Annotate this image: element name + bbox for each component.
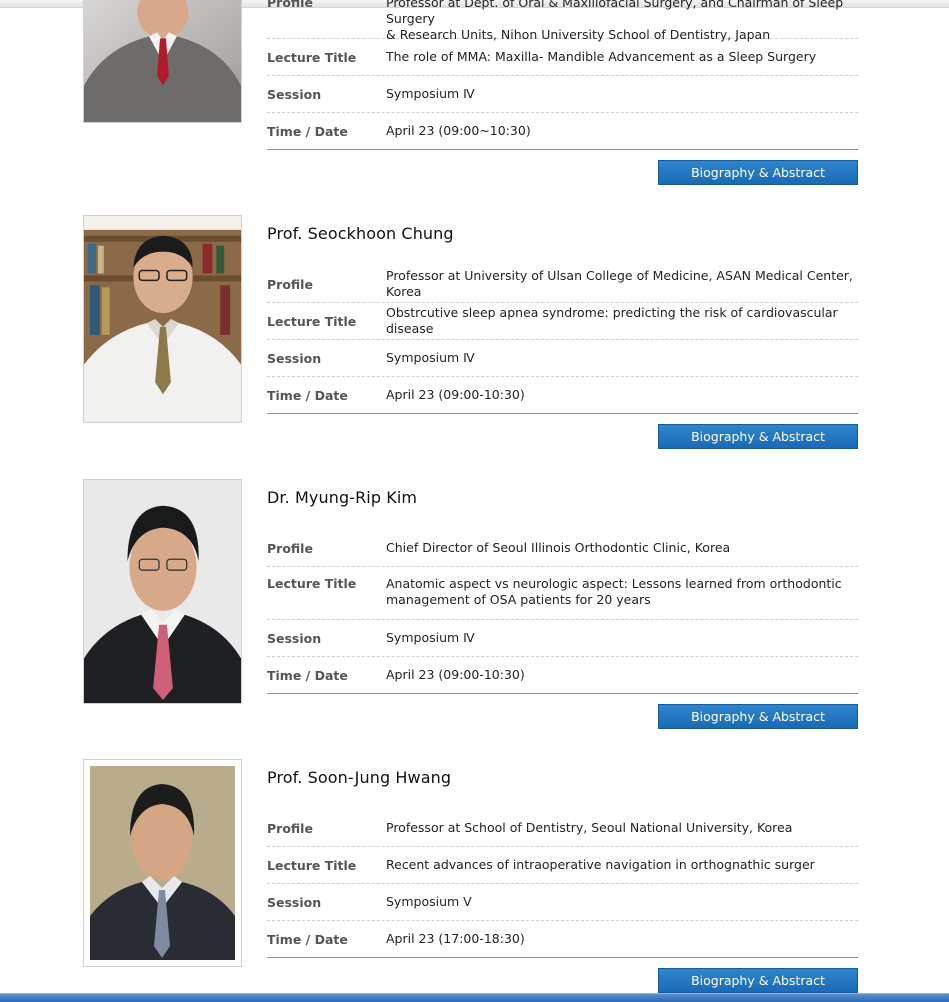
lecture-label: Lecture Title: [267, 576, 357, 591]
session-value: Symposium Ⅳ: [386, 350, 475, 365]
biography-abstract-button[interactable]: Biography & Abstract: [658, 160, 858, 185]
profile-label: Profile: [267, 0, 313, 10]
session-label: Session: [267, 630, 322, 646]
profile-value: Chief Director of Seoul Illinois Orthodo…: [386, 540, 731, 555]
time-label: Time / Date: [267, 931, 348, 947]
lecture-row: Lecture Title The role of MMA: Maxilla- …: [267, 39, 858, 76]
session-row: Session Symposium Ⅳ: [267, 620, 858, 657]
session-value: Symposium Ⅳ: [386, 630, 475, 645]
profile-row: Profile Professor at University of Ulsan…: [267, 266, 858, 303]
time-label: Time / Date: [267, 123, 348, 139]
profile-value: Professor at Dept. of Oral & Maxillofaci…: [386, 0, 858, 43]
lecture-label: Lecture Title: [267, 49, 357, 65]
profile-label: Profile: [267, 540, 313, 556]
session-row: Session Symposium Ⅳ: [267, 76, 858, 113]
profile-line-1: Professor at Dept. of Oral & Maxillofaci…: [386, 0, 844, 26]
biography-abstract-button[interactable]: Biography & Abstract: [658, 424, 858, 449]
profile-row: Profile Professor at Dept. of Oral & Max…: [267, 0, 858, 42]
time-label: Time / Date: [267, 667, 348, 683]
profile-label: Profile: [267, 276, 313, 292]
speaker-name: Prof. Soon-Jung Hwang: [267, 768, 452, 787]
lecture-value: Anatomic aspect vs neurologic aspect: Le…: [386, 576, 842, 607]
lecture-label: Lecture Title: [267, 313, 357, 329]
lecture-value: Recent advances of intraoperative naviga…: [386, 857, 815, 872]
time-label: Time / Date: [267, 387, 348, 403]
lecture-value: The role of MMA: Maxilla- Mandible Advan…: [386, 49, 817, 64]
biography-abstract-button[interactable]: Biography & Abstract: [658, 968, 858, 993]
speaker-photo: [83, 215, 242, 423]
time-row: Time / Date April 23 (09:00-10:30): [267, 377, 858, 414]
speaker-info-table: Profile Professor at Dept. of Oral & Max…: [267, 0, 858, 150]
time-value: April 23 (09:00-10:30): [386, 667, 525, 682]
time-value: April 23 (09:00~10:30): [386, 123, 531, 138]
speaker-info-table: Profile Chief Director of Seoul Illinois…: [267, 530, 858, 694]
session-label: Session: [267, 894, 322, 910]
session-label: Session: [267, 350, 322, 366]
profile-label: Profile: [267, 820, 313, 836]
lecture-label: Lecture Title: [267, 857, 357, 873]
time-value: April 23 (17:00-18:30): [386, 931, 525, 946]
session-value: Symposium Ⅳ: [386, 86, 475, 101]
profile-value: Professor at School of Dentistry, Seoul …: [386, 820, 793, 835]
profile-line-2: & Research Units, Nihon University Schoo…: [386, 27, 771, 42]
session-label: Session: [267, 86, 322, 102]
time-row: Time / Date April 23 (17:00-18:30): [267, 921, 858, 958]
speaker-info-table: Profile Professor at University of Ulsan…: [267, 266, 858, 414]
speaker-photo: [83, 0, 242, 123]
time-value: April 23 (09:00-10:30): [386, 387, 525, 402]
lecture-row: Lecture Title Anatomic aspect vs neurolo…: [267, 567, 858, 620]
lecture-row: Lecture Title Obstrcutive sleep apnea sy…: [267, 303, 858, 340]
time-row: Time / Date April 23 (09:00~10:30): [267, 113, 858, 150]
speaker-info-table: Profile Professor at School of Dentistry…: [267, 810, 858, 958]
lecture-value: Obstrcutive sleep apnea syndrome: predic…: [386, 305, 838, 336]
speaker-photo: [83, 479, 242, 704]
speaker-name: Prof. Seockhoon Chung: [267, 224, 454, 243]
session-value: Symposium Ⅴ: [386, 894, 472, 909]
session-row: Session Symposium Ⅴ: [267, 884, 858, 921]
lecture-row: Lecture Title Recent advances of intraop…: [267, 847, 858, 884]
time-row: Time / Date April 23 (09:00-10:30): [267, 657, 858, 694]
session-row: Session Symposium Ⅳ: [267, 340, 858, 377]
speaker-name: Dr. Myung-Rip Kim: [267, 488, 418, 507]
biography-abstract-button[interactable]: Biography & Abstract: [658, 704, 858, 729]
profile-row: Profile Chief Director of Seoul Illinois…: [267, 530, 858, 567]
profile-value: Professor at University of Ulsan College…: [386, 268, 853, 299]
speaker-photo: [83, 759, 242, 967]
profile-row: Profile Professor at School of Dentistry…: [267, 810, 858, 847]
